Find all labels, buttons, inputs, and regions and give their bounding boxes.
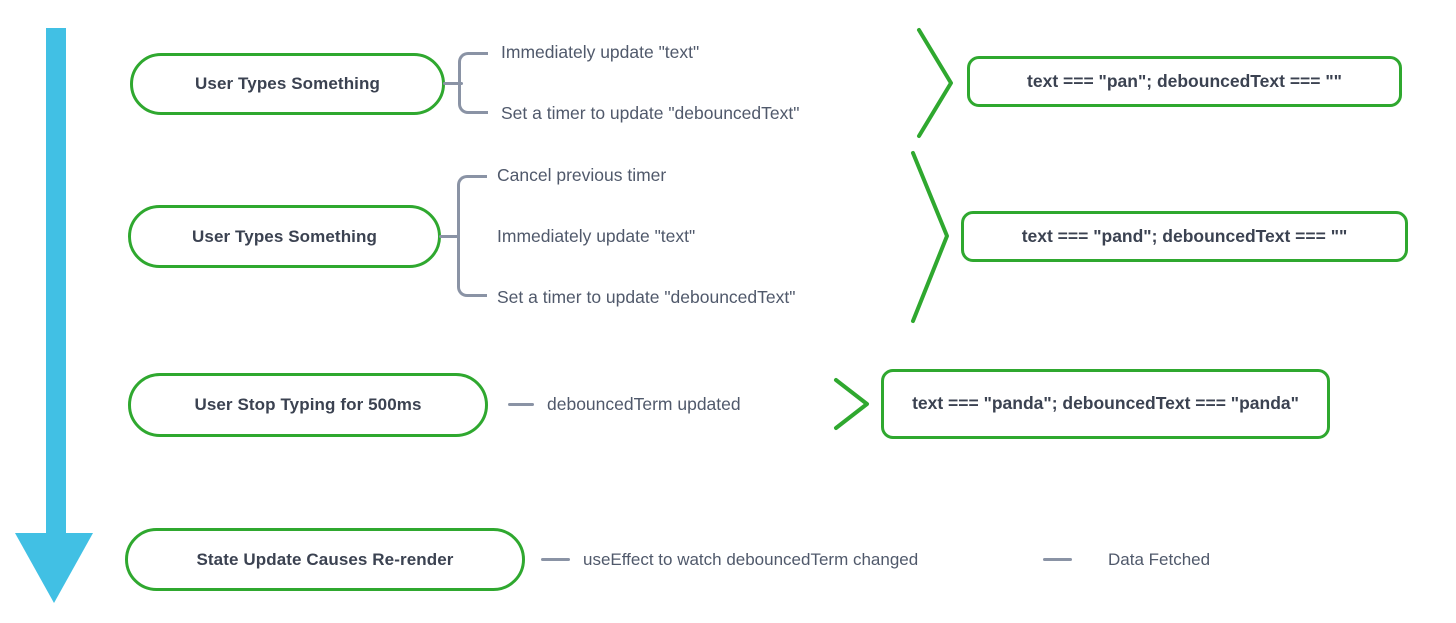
time-flow-arrow — [15, 28, 93, 603]
branch-label-row2-3: Set a timer to update "debouncedText" — [497, 287, 796, 307]
result-box-row3[interactable]: text === "panda"; debouncedText === "pan… — [881, 369, 1330, 439]
branch-label-row4-2: Data Fetched — [1108, 550, 1211, 569]
connector-row4-label-to-label — [1043, 558, 1072, 561]
node-user-types-something-2[interactable]: User Types Something — [128, 205, 441, 268]
diagram-canvas: User Types Something Immediately update … — [0, 0, 1456, 623]
chevron-row2-icon — [906, 148, 954, 326]
branch-label-row2-2: Immediately update "text" — [497, 226, 696, 246]
result-box-row1[interactable]: text === "pan"; debouncedText === "" — [967, 56, 1402, 107]
branch-label-row2-1: Cancel previous timer — [497, 165, 667, 185]
connector-row4-node-to-label — [541, 558, 570, 561]
branch-label-row1-2: Set a timer to update "debouncedText" — [501, 103, 800, 123]
result-box-row2[interactable]: text === "pand"; debouncedText === "" — [961, 211, 1408, 262]
brace-row1 — [458, 52, 488, 114]
connector-row3-node-to-label — [508, 403, 534, 406]
branch-label-row1-1: Immediately update "text" — [501, 42, 700, 62]
branch-label-row4-1: useEffect to watch debouncedTerm changed — [583, 550, 919, 569]
chevron-row1-icon — [912, 25, 958, 141]
brace-row2 — [457, 175, 487, 297]
node-user-stop-typing[interactable]: User Stop Typing for 500ms — [128, 373, 488, 437]
branch-label-row3-1: debouncedTerm updated — [547, 394, 741, 414]
node-user-types-something-1[interactable]: User Types Something — [130, 53, 445, 115]
chevron-row3-icon — [830, 375, 872, 433]
arrow-head-icon — [15, 533, 93, 603]
node-state-update-rerender[interactable]: State Update Causes Re-render — [125, 528, 525, 591]
arrow-shaft-icon — [46, 28, 66, 533]
